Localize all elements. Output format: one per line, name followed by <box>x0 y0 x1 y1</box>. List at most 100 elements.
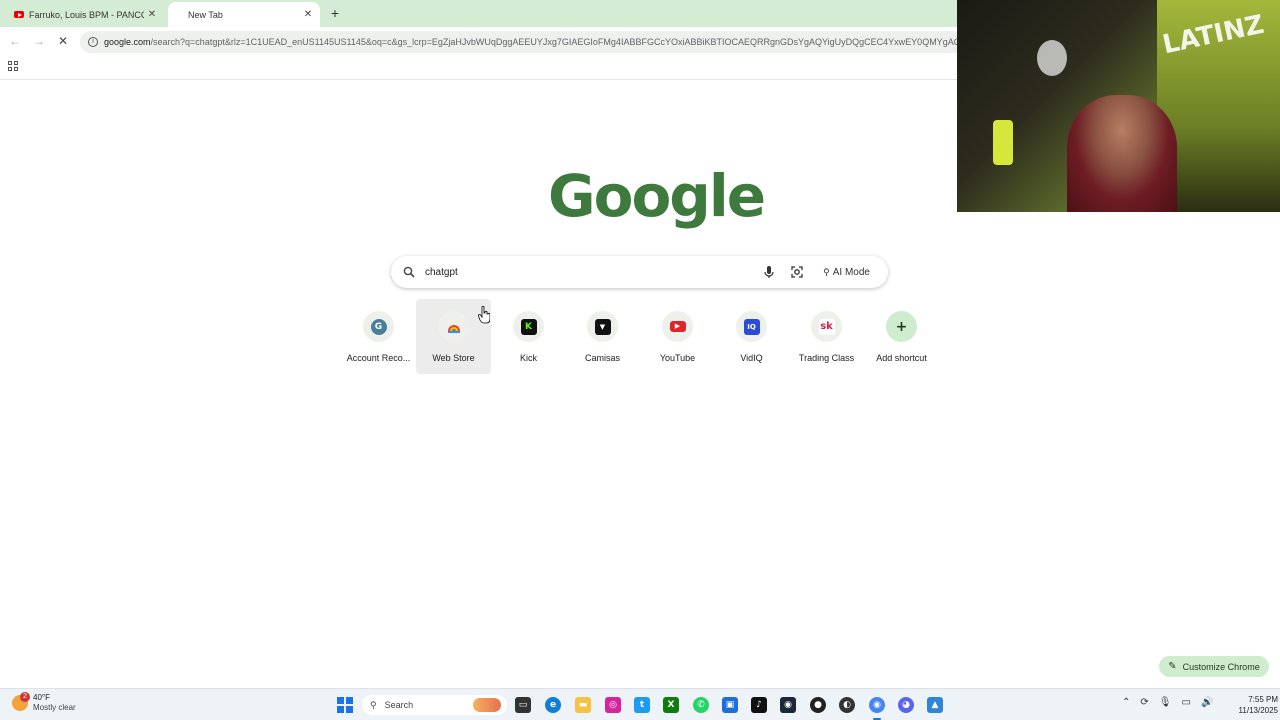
site-info-icon[interactable]: i <box>88 37 98 47</box>
webcam-jacket <box>993 120 1013 165</box>
search-icon: ⚲ <box>370 699 377 710</box>
search-icon <box>403 266 415 278</box>
file-explorer-icon[interactable]: ▬ <box>575 697 591 713</box>
weather-temp: 40°F <box>33 693 50 702</box>
google-lens-icon[interactable] <box>789 264 805 280</box>
steam-icon[interactable]: ◉ <box>780 697 796 713</box>
xbox-icon[interactable]: X <box>663 697 679 713</box>
apps-grid-icon[interactable] <box>8 61 18 71</box>
webcam-person <box>1067 95 1177 212</box>
shortcut-label: Add shortcut <box>876 353 927 363</box>
shortcut-icon-bg <box>438 311 469 342</box>
windows-taskbar: 2 40°F Mostly clear ⚲ Search ▭ e ▬ ◎ t X… <box>0 688 1280 720</box>
taskbar-search[interactable]: ⚲ Search <box>362 695 507 715</box>
hand-cursor-icon <box>478 306 490 324</box>
youtube-favicon-icon <box>14 11 24 18</box>
google-logo: Google <box>548 162 766 230</box>
tab-title: New Tab <box>188 9 223 20</box>
weather-widget[interactable]: 2 40°F Mostly clear <box>12 692 76 713</box>
kick-icon: K <box>520 318 537 335</box>
customize-chrome-button[interactable]: ✎ Customize Chrome <box>1159 656 1269 677</box>
ai-mode-label: AI Mode <box>832 266 870 278</box>
customize-label: Customize Chrome <box>1182 661 1260 672</box>
photos-icon[interactable]: ▲ <box>927 697 943 713</box>
clock-date: 11/13/2025 <box>1238 706 1278 715</box>
store-icon[interactable]: ▣ <box>722 697 738 713</box>
notification-badge: 2 <box>20 692 30 702</box>
camisas-icon: ▼ <box>594 318 611 335</box>
tab-youtube-music[interactable]: Farruko, Louis BPM - PANCC (V ✕ <box>6 2 164 27</box>
whatsapp-icon[interactable]: ✆ <box>693 697 709 713</box>
web-store-icon <box>447 324 460 333</box>
shortcut-vidiq[interactable]: IQ VidIQ <box>714 299 789 374</box>
shortcut-icon-bg: + <box>886 311 917 342</box>
pencil-icon: ✎ <box>1168 661 1177 672</box>
volume-icon[interactable]: 🔊 <box>1201 697 1213 708</box>
webcam-helmet <box>1037 40 1067 76</box>
microphone-icon[interactable] <box>761 264 777 280</box>
shortcut-label: Kick <box>519 353 537 363</box>
tiktok-icon[interactable]: ♪ <box>751 697 767 713</box>
weather-condition: Mostly clear <box>33 703 76 712</box>
shortcut-label: VidIQ <box>740 353 763 363</box>
back-button[interactable]: ← <box>6 32 24 50</box>
shortcut-account-recovery[interactable]: G Account Reco... <box>341 299 416 374</box>
google-account-icon: G <box>370 318 387 335</box>
app-icon[interactable]: ◐ <box>839 697 855 713</box>
shortcut-youtube[interactable]: ▶ YouTube <box>640 299 715 374</box>
tab-title: Farruko, Louis BPM - PANCC (V <box>29 9 144 20</box>
task-view-icon[interactable]: ▭ <box>515 697 531 713</box>
shortcuts-row: G Account Reco... Web Store K Kick ▼ Cam… <box>341 299 941 374</box>
shortcut-camisas[interactable]: ▼ Camisas <box>565 299 640 374</box>
address-bar[interactable]: i google.com/search?q=chatgpt&rlz=1C1UEA… <box>80 31 980 53</box>
url-host: google.com <box>104 37 151 47</box>
chrome-icon[interactable]: ◉ <box>869 697 885 713</box>
windows-start-icon[interactable] <box>337 697 353 713</box>
clock-time: 7:55 PM <box>1248 695 1278 704</box>
add-icon: + <box>895 318 908 335</box>
stop-loading-button[interactable]: ✕ <box>54 32 72 50</box>
obs-icon[interactable]: ● <box>810 697 826 713</box>
shortcut-icon-bg: IQ <box>736 311 767 342</box>
shortcut-label: Account Reco... <box>346 353 411 363</box>
shortcut-add[interactable]: + Add shortcut <box>864 299 939 374</box>
vidiq-icon: IQ <box>743 318 760 335</box>
shortcut-label: YouTube <box>659 353 696 363</box>
shortcut-kick[interactable]: K Kick <box>491 299 566 374</box>
microphone-icon[interactable]: 🎙 <box>1159 697 1172 708</box>
shortcut-icon-bg: ▶ <box>662 311 693 342</box>
screen: Farruko, Louis BPM - PANCC (V ✕ New Tab … <box>0 0 1280 720</box>
chevron-up-icon[interactable]: ⌃ <box>1122 697 1130 708</box>
shortcut-icon-bg: K <box>513 311 544 342</box>
ai-mode-button[interactable]: ⚲ AI Mode <box>817 264 876 281</box>
sync-icon[interactable]: ⟳ <box>1140 697 1148 708</box>
ai-sparkle-icon: ⚲ <box>823 266 830 277</box>
search-highlight-icon <box>473 698 501 712</box>
instagram-icon[interactable]: ◎ <box>605 697 621 713</box>
system-tray: ⌃ ⟳ 🎙 ▭ 🔊 <box>1122 697 1213 708</box>
youtube-icon: ▶ <box>669 321 686 332</box>
shortcut-trading-class[interactable]: sk Trading Class <box>789 299 864 374</box>
shortcut-icon-bg: G <box>363 311 394 342</box>
taskbar-clock[interactable]: 7:55 PM 11/13/2025 <box>1218 694 1278 716</box>
new-tab-button[interactable]: + <box>326 4 344 22</box>
tab-close-icon[interactable]: ✕ <box>144 9 160 20</box>
search-query[interactable]: chatgpt <box>425 267 761 278</box>
twitter-icon[interactable]: t <box>634 697 650 713</box>
display-icon[interactable]: ▭ <box>1181 697 1190 708</box>
shortcut-icon-bg: ▼ <box>587 311 618 342</box>
tab-new-tab[interactable]: New Tab ✕ <box>168 2 320 27</box>
taskbar-search-label: Search <box>384 700 414 710</box>
discord-icon[interactable]: ◕ <box>898 697 914 713</box>
shortcut-icon-bg: sk <box>811 311 842 342</box>
webcam-overlay: LATINZ <box>957 0 1280 212</box>
trading-class-icon: sk <box>818 318 835 335</box>
forward-button[interactable]: → <box>30 32 48 50</box>
tab-close-icon[interactable]: ✕ <box>300 9 316 20</box>
weather-sun-icon: 2 <box>12 692 30 711</box>
edge-icon[interactable]: e <box>545 697 561 713</box>
shortcut-label: Web Store <box>432 353 475 363</box>
search-box[interactable]: chatgpt ⚲ AI Mode <box>391 256 888 288</box>
shortcut-label: Trading Class <box>798 353 855 363</box>
shortcut-label: Camisas <box>584 353 620 363</box>
